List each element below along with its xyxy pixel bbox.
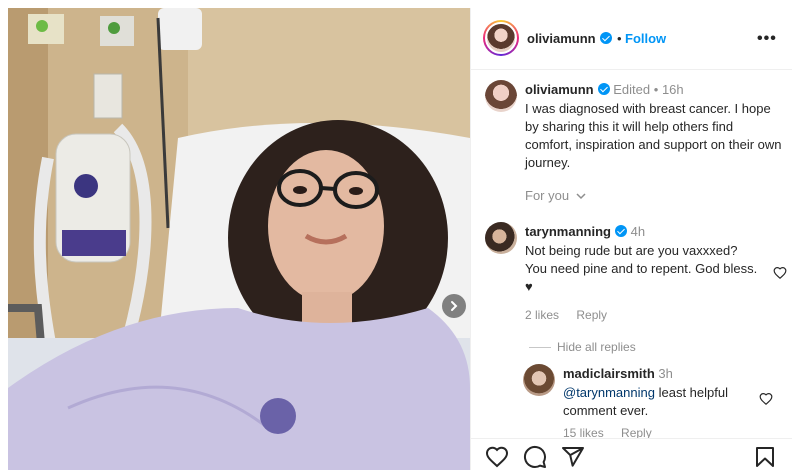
heart-icon[interactable] <box>773 266 787 280</box>
heart-icon[interactable] <box>759 392 773 406</box>
share-icon[interactable] <box>561 445 585 469</box>
verified-icon <box>597 83 610 95</box>
follow-button[interactable]: Follow <box>625 31 666 46</box>
verified-icon <box>614 225 627 237</box>
next-photo-button[interactable] <box>442 294 466 318</box>
heart-icon[interactable] <box>485 445 509 469</box>
chevron-down-icon <box>576 193 586 200</box>
reply-username[interactable]: madiclairsmith <box>563 366 655 381</box>
chevron-right-icon <box>451 301 458 311</box>
comment-likes[interactable]: 2 likes <box>525 308 559 322</box>
for-you-label: For you <box>525 188 570 203</box>
hospital-selfie-image <box>8 8 470 470</box>
caption-username[interactable]: oliviamunn <box>525 82 594 97</box>
commenter-username[interactable]: tarynmanning <box>525 224 611 239</box>
caption-time[interactable]: 16h <box>662 82 684 97</box>
post-header: oliviamunn • Follow ••• <box>471 8 792 70</box>
more-options-icon[interactable]: ••• <box>757 30 777 48</box>
caption-avatar[interactable] <box>485 80 517 112</box>
hide-replies-button[interactable]: Hide all replies <box>529 340 636 354</box>
bookmark-icon[interactable] <box>753 445 777 469</box>
comment-time[interactable]: 4h <box>631 224 645 239</box>
hide-replies-label: Hide all replies <box>557 340 636 354</box>
author-avatar[interactable] <box>483 20 519 56</box>
author-username[interactable]: oliviamunn <box>527 31 596 46</box>
comment-icon[interactable] <box>523 445 547 469</box>
caption-text: I was diagnosed with breast cancer. I ho… <box>525 101 782 170</box>
reply-avatar[interactable] <box>523 364 555 396</box>
reply-text: @tarynmanning least helpful comment ever… <box>563 384 753 420</box>
comment-text: Not being rude but are you vaxxxed? You … <box>525 243 758 294</box>
translation-toggle[interactable]: For you <box>525 188 586 203</box>
reply-mention[interactable]: @tarynmanning <box>563 385 655 400</box>
edited-label: Edited <box>613 82 651 97</box>
comment-reply-button[interactable]: Reply <box>576 308 607 322</box>
caption-separator: • <box>653 82 659 97</box>
header-separator: • <box>617 31 622 46</box>
post-action-bar <box>471 438 792 470</box>
reply-time[interactable]: 3h <box>658 366 672 381</box>
post-side-panel: oliviamunn • Follow ••• oliviamunn Edite… <box>470 8 792 470</box>
verified-icon <box>599 32 612 44</box>
replies-divider <box>529 347 551 349</box>
post-photo[interactable] <box>8 8 470 470</box>
commenter-avatar[interactable] <box>485 222 517 254</box>
